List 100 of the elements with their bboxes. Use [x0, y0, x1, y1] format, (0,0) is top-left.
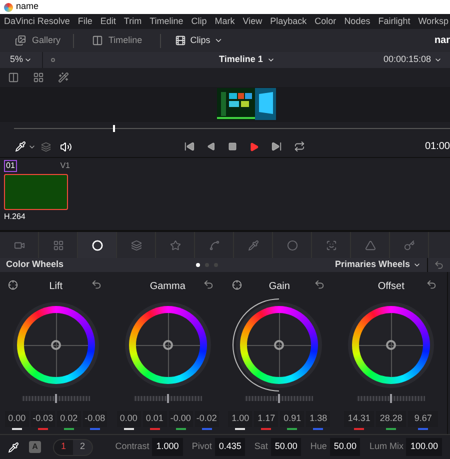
star-icon — [170, 240, 180, 250]
page-toggle[interactable]: 2 — [73, 440, 92, 454]
playhead-handle[interactable] — [112, 125, 114, 132]
crosshair-icon[interactable] — [232, 280, 242, 290]
chevron-icon — [413, 261, 421, 269]
value-field[interactable]: 1.17 — [254, 411, 278, 427]
target-tool[interactable] — [78, 232, 117, 258]
value-field[interactable]: 0.435 — [214, 438, 246, 456]
chevron-icon — [266, 56, 275, 64]
field-label: Contrast — [115, 440, 150, 454]
value-field[interactable]: 0.00 — [116, 411, 141, 427]
reset-button[interactable] — [426, 279, 437, 290]
reset-icon — [314, 279, 326, 290]
value-field[interactable]: 0.00 — [4, 411, 29, 427]
menu-item[interactable]: Timeline — [150, 14, 184, 28]
skip-forward-icon[interactable] — [271, 141, 282, 152]
value-field[interactable]: 100.00 — [406, 438, 442, 456]
curve-icon — [208, 240, 220, 250]
slider-thumb[interactable] — [390, 394, 392, 403]
value-field[interactable]: -0.08 — [82, 411, 107, 427]
page-toggle[interactable]: 1 — [54, 440, 73, 454]
triangle-icon — [364, 240, 376, 250]
value-field[interactable]: 14.31 — [344, 411, 374, 427]
menu-item[interactable]: Color — [314, 14, 336, 28]
menu-item[interactable]: File — [78, 14, 92, 28]
menu-item[interactable]: Edit — [100, 14, 116, 28]
wheel-handle[interactable] — [50, 340, 61, 350]
value-field[interactable]: 0.01 — [142, 411, 167, 427]
menu-item[interactable]: View — [242, 14, 262, 28]
film-icon — [175, 35, 186, 46]
value-field[interactable]: 1.00 — [228, 411, 252, 427]
loop-icon[interactable] — [294, 141, 305, 152]
reset-button[interactable] — [202, 279, 214, 290]
skip-back-icon[interactable] — [184, 141, 195, 152]
grid-icon — [52, 240, 64, 250]
clip-thumbnail[interactable] — [4, 174, 68, 210]
wheel-label: Lift — [49, 280, 63, 294]
menu-item[interactable]: Nodes — [344, 14, 370, 28]
reverse-play-icon[interactable] — [207, 142, 216, 151]
eyedropper-icon[interactable] — [15, 141, 26, 152]
stop-icon[interactable] — [228, 142, 237, 151]
value-field[interactable]: 50.00 — [330, 438, 360, 456]
timeline-button[interactable]: Timeline — [74, 34, 160, 48]
menu-item[interactable]: Playback — [270, 14, 307, 28]
menu-item[interactable]: Clip — [191, 14, 207, 28]
volume-icon[interactable] — [60, 140, 72, 152]
value-field[interactable]: 1.000 — [152, 438, 183, 456]
target-icon — [92, 240, 102, 250]
timeline-dropdown[interactable]: Timeline 1 — [219, 53, 275, 67]
eyedropper-icon[interactable] — [8, 442, 19, 452]
transport-timecode: 01:00 — [424, 140, 450, 154]
layers-icon[interactable] — [41, 142, 51, 152]
gallery-icon — [15, 35, 26, 46]
wheel-handle[interactable] — [162, 340, 173, 350]
reset-icon — [434, 260, 444, 270]
value-field[interactable]: 50.00 — [270, 438, 302, 456]
grid-view-icon[interactable] — [33, 72, 44, 83]
track-label: V1 — [60, 160, 70, 172]
chevron-icon — [214, 36, 224, 45]
value-field[interactable]: 0.02 — [56, 411, 81, 427]
value-field[interactable]: -0.03 — [30, 411, 55, 427]
split-view-icon[interactable] — [8, 72, 19, 83]
wheel-handle[interactable] — [274, 340, 284, 350]
menu-item[interactable]: DaVinci Resolve — [4, 14, 70, 28]
app-logo-icon — [4, 2, 13, 12]
value-field[interactable]: 9.67 — [408, 411, 438, 427]
value-field[interactable]: 1.38 — [306, 411, 330, 427]
field-label: Hue — [310, 440, 327, 454]
menu-item[interactable]: Fairlight — [378, 14, 410, 28]
menu-item[interactable]: Mark — [214, 14, 235, 28]
project-name: nar — [434, 34, 450, 48]
slider-thumb[interactable] — [166, 394, 169, 403]
eyedropper-icon — [248, 240, 258, 250]
value-field[interactable]: -0.00 — [168, 411, 193, 427]
magic-wand-icon[interactable] — [58, 72, 69, 83]
value-field[interactable]: 28.28 — [376, 411, 406, 427]
clips-button[interactable]: Clips — [161, 34, 224, 48]
scan-icon — [326, 240, 336, 250]
clip-number: 01 — [4, 160, 17, 172]
play-icon[interactable] — [249, 142, 259, 152]
field-label: Sat — [254, 440, 268, 454]
value-field[interactable]: -0.02 — [194, 411, 219, 427]
gallery-button[interactable]: Gallery — [15, 34, 73, 48]
slider-thumb[interactable] — [54, 394, 57, 403]
timeline-icon — [92, 35, 103, 46]
key-icon — [404, 240, 414, 250]
chevron-icon — [434, 56, 442, 64]
clip-codec: H.264 — [4, 211, 26, 223]
crosshair-icon[interactable] — [8, 280, 18, 290]
reset-button[interactable] — [90, 279, 102, 290]
value-field[interactable]: 0.91 — [280, 411, 304, 427]
mode-dropdown[interactable]: Primaries Wheels — [334, 258, 427, 272]
slider-thumb[interactable] — [278, 394, 280, 403]
wheel-label: Gain — [268, 280, 290, 294]
reset-button[interactable] — [314, 279, 326, 290]
chevron-icon — [24, 56, 32, 64]
menu-item[interactable]: Worksp — [418, 14, 449, 28]
wheel-handle[interactable] — [386, 340, 396, 350]
timecode-dropdown[interactable]: 00:00:15:08 — [383, 53, 442, 67]
menu-item[interactable]: Trim — [124, 14, 142, 28]
